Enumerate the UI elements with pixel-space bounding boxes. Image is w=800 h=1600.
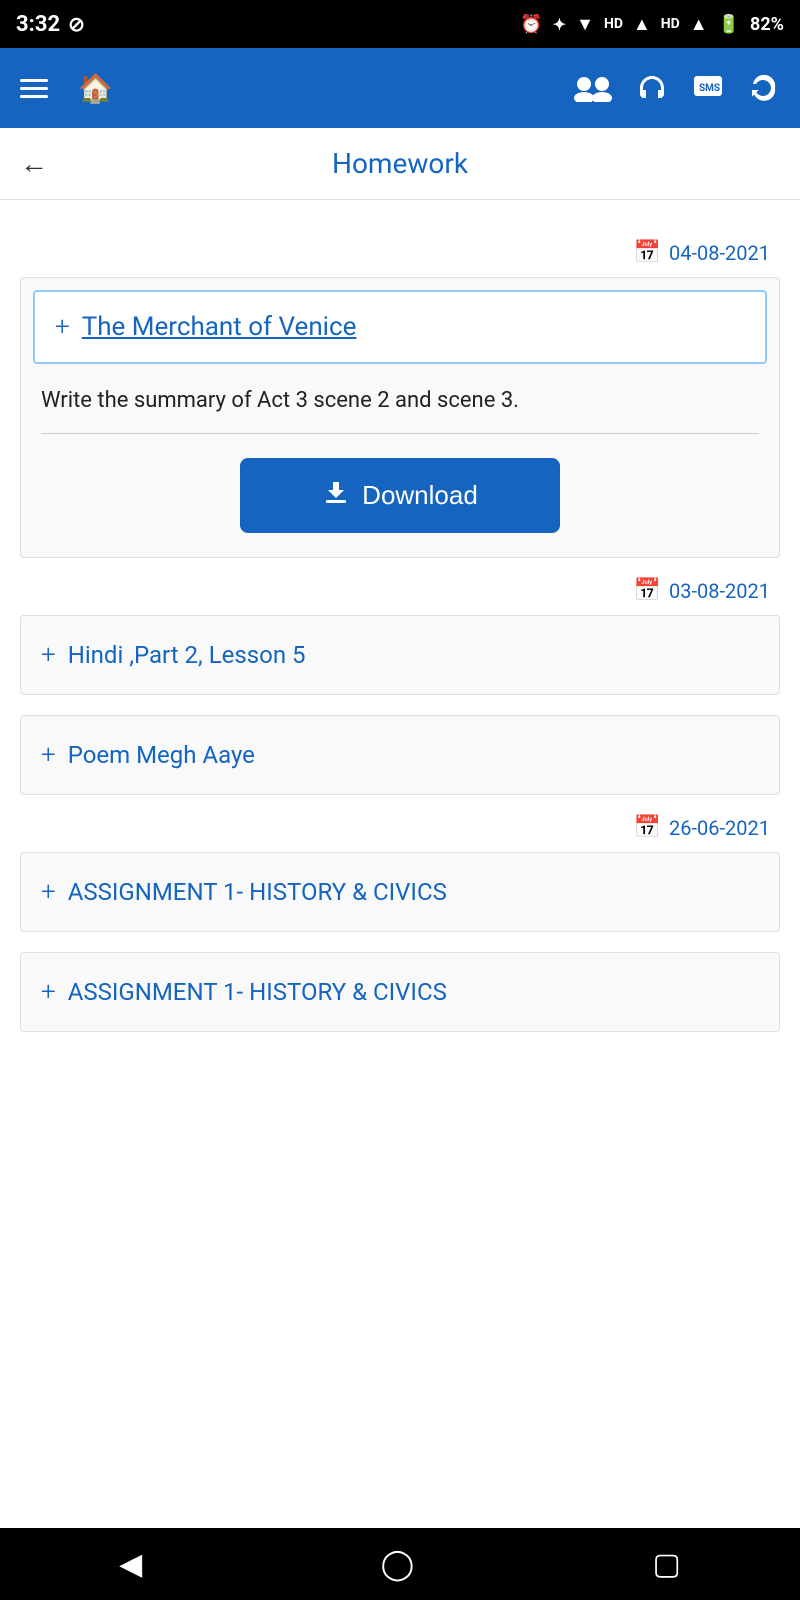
date-label-1: 04-08-2021: [669, 241, 770, 265]
date-section-2: 📅 03-08-2021: [30, 578, 770, 603]
card-header-assignment1[interactable]: + ASSIGNMENT 1- HISTORY & CIVICS: [21, 853, 779, 931]
group-icon[interactable]: [574, 74, 612, 102]
nav-left: 🏠: [20, 72, 113, 105]
carrier-icon: ⊘: [68, 12, 85, 36]
homework-card-hindi: + Hindi ,Part 2, Lesson 5: [20, 615, 780, 695]
date-label-2: 03-08-2021: [669, 579, 770, 603]
card-title-poem: Poem Megh Aaye: [68, 741, 255, 769]
signal-icon: ▲: [633, 14, 651, 35]
card-divider-merchant: [41, 433, 759, 434]
homework-card-assignment2: + ASSIGNMENT 1- HISTORY & CIVICS: [20, 952, 780, 1032]
date-section-1: 📅 04-08-2021: [30, 240, 770, 265]
sms-icon[interactable]: SMS: [692, 72, 724, 104]
card-header-hindi[interactable]: + Hindi ,Part 2, Lesson 5: [21, 616, 779, 694]
card-title-hindi: Hindi ,Part 2, Lesson 5: [68, 641, 306, 669]
homework-card-assignment1: + ASSIGNMENT 1- HISTORY & CIVICS: [20, 852, 780, 932]
hd-label: HD: [604, 16, 623, 32]
status-bar: 3:32 ⊘ ⏰ ✦ ▼ HD ▲ HD ▲ 🔋 82%: [0, 0, 800, 48]
download-icon: [322, 478, 350, 513]
battery-pct: 82%: [750, 14, 784, 35]
alarm-icon: ⏰: [520, 14, 542, 35]
download-label: Download: [362, 480, 478, 511]
plus-icon-poem: +: [41, 740, 56, 770]
nav-bar: 🏠 SMS: [0, 48, 800, 128]
home-nav-button[interactable]: ◯: [381, 1547, 415, 1582]
card-description-merchant: Write the summary of Act 3 scene 2 and s…: [41, 384, 759, 417]
homework-card-merchant: + The Merchant of Venice Write the summa…: [20, 277, 780, 558]
card-title-assignment2: ASSIGNMENT 1- HISTORY & CIVICS: [68, 978, 447, 1006]
bluetooth-icon: ✦: [553, 15, 566, 34]
recents-nav-button[interactable]: ▢: [652, 1547, 680, 1582]
home-button[interactable]: 🏠: [78, 72, 113, 105]
homework-card-poem: + Poem Megh Aaye: [20, 715, 780, 795]
status-right: ⏰ ✦ ▼ HD ▲ HD ▲ 🔋 82%: [520, 14, 784, 35]
card-content-merchant: Write the summary of Act 3 scene 2 and s…: [21, 364, 779, 557]
date-label-3: 26-06-2021: [669, 816, 770, 840]
status-left: 3:32 ⊘: [16, 12, 85, 37]
card-header-poem[interactable]: + Poem Megh Aaye: [21, 716, 779, 794]
date-section-3: 📅 26-06-2021: [30, 815, 770, 840]
svg-text:SMS: SMS: [699, 83, 720, 94]
hd-label2: HD: [661, 16, 680, 32]
calendar-icon-1: 📅: [634, 240, 661, 265]
calendar-icon-3: 📅: [634, 815, 661, 840]
nav-right: SMS: [574, 72, 780, 104]
signal-bars: ▲: [690, 14, 708, 35]
card-title-merchant: The Merchant of Venice: [82, 312, 357, 342]
card-header-assignment2[interactable]: + ASSIGNMENT 1- HISTORY & CIVICS: [21, 953, 779, 1031]
download-button[interactable]: Download: [240, 458, 560, 533]
bottom-nav-bar: ◀ ◯ ▢: [0, 1528, 800, 1600]
menu-button[interactable]: [20, 79, 48, 98]
plus-icon-hindi: +: [41, 640, 56, 670]
headphones-icon[interactable]: [636, 72, 668, 104]
refresh-icon[interactable]: [748, 72, 780, 104]
card-header-merchant[interactable]: + The Merchant of Venice: [33, 290, 767, 364]
plus-icon-assignment1: +: [41, 877, 56, 907]
wifi-icon: ▼: [576, 14, 594, 35]
card-title-assignment1: ASSIGNMENT 1- HISTORY & CIVICS: [68, 878, 447, 906]
content-area: 📅 04-08-2021 + The Merchant of Venice Wr…: [0, 200, 800, 1072]
page-title: Homework: [332, 147, 468, 180]
plus-icon-merchant: +: [55, 312, 70, 342]
page-header: ← Homework: [0, 128, 800, 200]
time-display: 3:32: [16, 12, 60, 37]
battery-icon: 🔋: [718, 14, 740, 35]
back-button[interactable]: ←: [20, 147, 48, 180]
plus-icon-assignment2: +: [41, 977, 56, 1007]
calendar-icon-2: 📅: [634, 578, 661, 603]
back-nav-button[interactable]: ◀: [119, 1547, 142, 1582]
